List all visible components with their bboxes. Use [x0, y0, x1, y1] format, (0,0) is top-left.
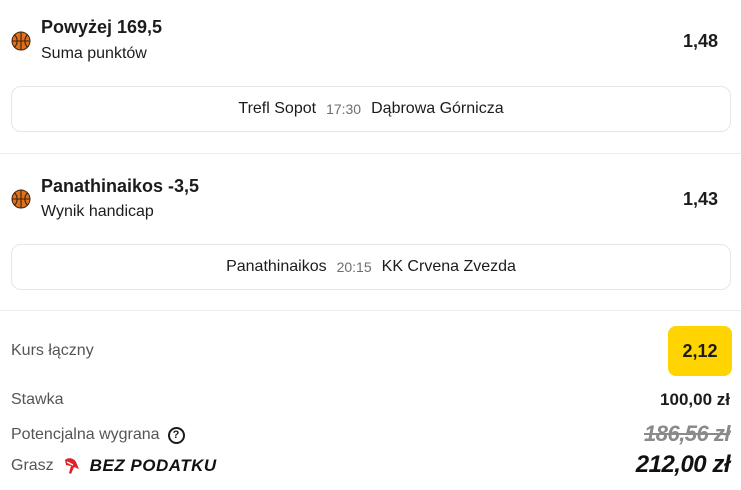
bet-odds: 1,43 [682, 189, 718, 209]
bet-selection: Panathinaikos -3,5 [41, 176, 200, 196]
total-odds-label: Kurs łączny [11, 342, 94, 359]
bet-market: Wynik handicap [41, 203, 154, 220]
total-odds-badge: 2,12 [668, 326, 732, 376]
potential-win-label: Potencjalna wygrana [11, 426, 160, 443]
home-team: Trefl Sopot [238, 100, 317, 117]
match-info[interactable]: Panathinaikos 20:15 KK Crvena Zvezda [11, 244, 731, 290]
match-time: 17:30 [326, 101, 362, 117]
grasz-row: Grasz BEZ PODATKU [11, 456, 217, 476]
tax-free-badge: BEZ PODATKU [89, 456, 217, 475]
tax-free-icon [64, 458, 79, 474]
bet-odds: 1,48 [682, 31, 718, 51]
match-info[interactable]: Trefl Sopot 17:30 Dąbrowa Górnicza [11, 86, 731, 132]
away-team: Dąbrowa Górnicza [371, 100, 504, 117]
bet-item-2: Panathinaikos -3,5 Wynik handicap 1,43 P… [0, 155, 741, 311]
help-icon[interactable]: ? [167, 426, 185, 444]
potential-win-row: Potencjalna wygrana ? [11, 426, 185, 444]
bet-selection: Powyżej 169,5 [41, 17, 163, 37]
basketball-icon [11, 31, 31, 51]
stake-label: Stawka [11, 391, 64, 408]
stake-value: 100,00 zł [660, 390, 730, 409]
potential-win-old: 186,56 zł [643, 421, 731, 446]
bet-market: Suma punktów [41, 45, 147, 62]
basketball-icon [11, 189, 31, 209]
home-team: Panathinaikos [226, 258, 327, 275]
potential-win-new: 212,00 zł [635, 451, 731, 478]
grasz-label: Grasz [11, 457, 54, 474]
away-team: KK Crvena Zvezda [381, 258, 516, 275]
bet-item-1: Powyżej 169,5 Suma punktów 1,48 Trefl So… [0, 0, 741, 154]
match-time: 20:15 [336, 259, 372, 275]
